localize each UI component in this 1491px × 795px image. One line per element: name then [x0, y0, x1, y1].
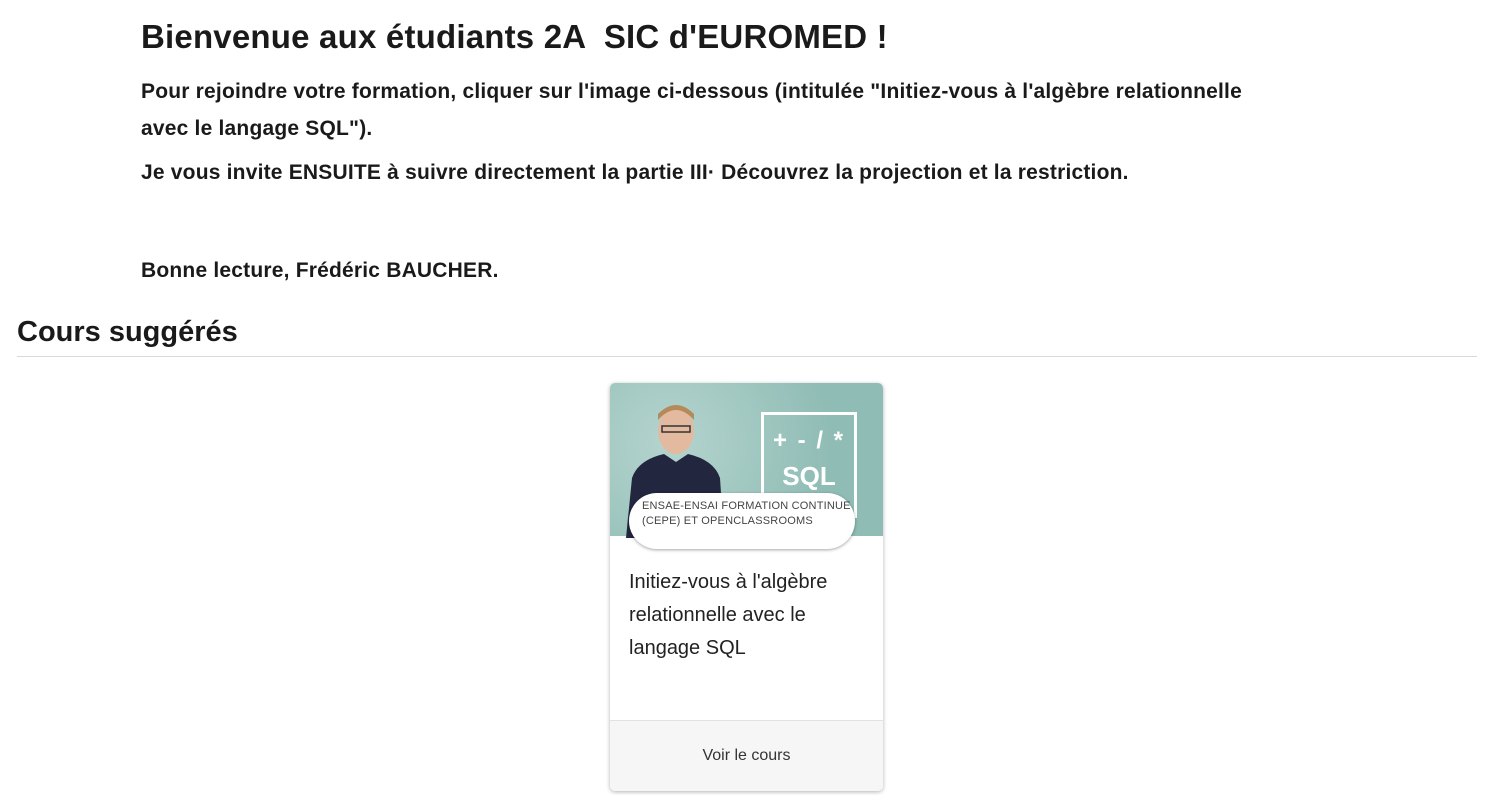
page-title: Bienvenue aux étudiants 2A SIC d'EUROMED… [141, 18, 888, 55]
provider-badge: ENSAE-ENSAI FORMATION CONTINUE (CEPE) ET… [629, 493, 855, 549]
course-image[interactable]: + - / * SQL ENSAE-ENSAI FORMATION CONTIN… [610, 383, 883, 549]
section-title: Cours suggérés [17, 316, 238, 348]
course-title[interactable]: Initiez-vous à l'algèbre relationnelle a… [629, 566, 874, 665]
course-card[interactable]: + - / * SQL ENSAE-ENSAI FORMATION CONTIN… [610, 383, 883, 791]
instruction-part-text: Je vous invite ENSUITE à suivre directem… [141, 161, 1129, 184]
instruction-text: Pour rejoindre votre formation, cliquer … [141, 80, 1242, 140]
suggested-courses-header: Cours suggérés [17, 316, 1477, 357]
signature-text: Bonne lecture, Frédéric BAUCHER. [141, 259, 499, 282]
view-course-button[interactable]: Voir le cours [610, 720, 883, 791]
